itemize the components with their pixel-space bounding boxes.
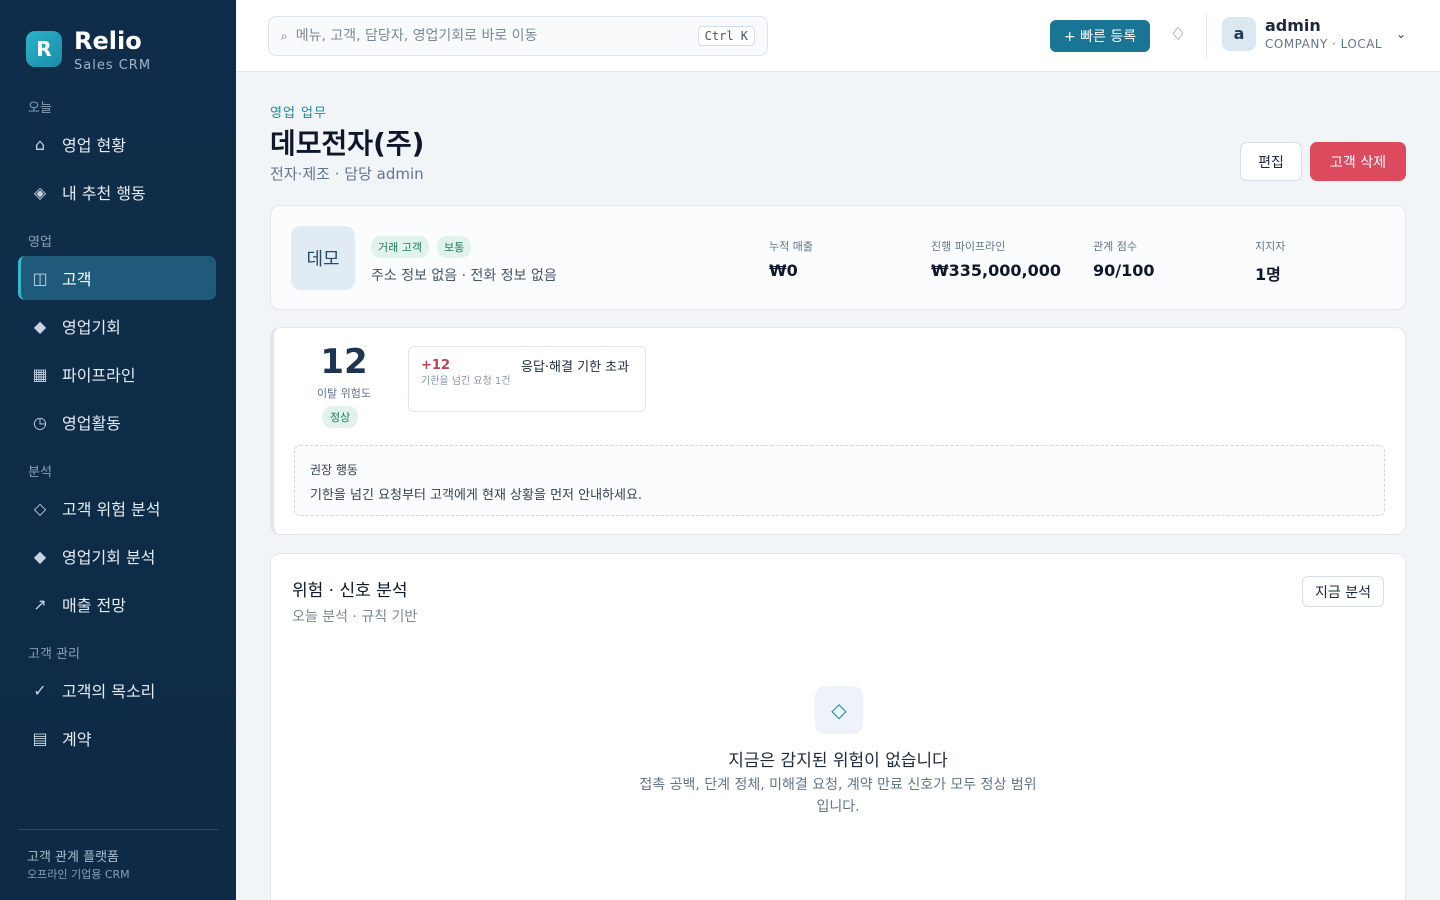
sidebar-divider <box>18 829 218 830</box>
sidebar-item-customers[interactable]: ◫ 고객 <box>18 256 216 300</box>
diamond-icon: ◆ <box>33 316 47 336</box>
signal-title: 응답·해결 기한 초과 <box>521 360 630 375</box>
stat-supporters: 지지자 1명 <box>1255 238 1285 285</box>
sidebar-item-dashboard[interactable]: ⌂ 영업 현황 <box>18 122 216 166</box>
home-icon: ⌂ <box>34 134 46 154</box>
recommended-action-text: 기한을 넘긴 요청부터 고객에게 현재 상황을 먼저 안내하세요. <box>310 488 643 503</box>
user-name: admin <box>1265 16 1321 35</box>
sidebar-footer-title: 고객 관계 플랫폼 <box>27 850 119 865</box>
search-input[interactable] <box>295 28 676 44</box>
edit-button[interactable]: 편집 <box>1240 142 1302 181</box>
sidebar-item-risk-analysis[interactable]: ◇ 고객 위험 분석 <box>18 486 216 530</box>
sidebar-item-label: 영업기회 <box>62 318 121 337</box>
stat-value: 90/100 <box>1093 261 1155 280</box>
sidebar-item-label: 고객 <box>62 270 92 289</box>
stat-label: 관계 점수 <box>1093 240 1137 253</box>
contract-icon: ▤ <box>32 728 48 748</box>
sidebar-item-label: 매출 전망 <box>62 596 126 615</box>
search-icon: ⌕ <box>281 28 288 43</box>
sidebar-item-label: 내 추천 행동 <box>62 184 146 203</box>
recommended-action: 권장 행동 기한을 넘긴 요청부터 고객에게 현재 상황을 먼저 안내하세요. <box>294 445 1385 516</box>
user-role: COMPANY · LOCAL <box>1265 37 1383 51</box>
sidebar-item-opportunities[interactable]: ◆ 영업기회 <box>18 304 216 348</box>
stat-label: 지지자 <box>1255 240 1286 253</box>
stat-relationship-score: 관계 점수 90/100 <box>1093 238 1155 280</box>
sidebar-item-forecast[interactable]: ↗ 매출 전망 <box>18 582 216 626</box>
user-menu[interactable]: a admin COMPANY · LOCAL ⌄ <box>1222 16 1406 51</box>
sidebar-item-contracts[interactable]: ▤ 계약 <box>18 716 216 760</box>
analysis-subtitle: 오늘 분석 · 규칙 기반 <box>292 609 418 625</box>
stat-cumulative-revenue: 누적 매출 ₩0 <box>769 238 813 280</box>
empty-state-icon: ◇ <box>815 686 863 734</box>
trend-icon: ↗ <box>33 594 47 614</box>
risk-status-badge: 정상 <box>322 406 359 428</box>
sidebar: R Relio Sales CRM 오늘 ⌂ 영업 현황 ◈ 내 추천 행동 영… <box>0 0 236 900</box>
brand-name: Relio <box>74 27 142 55</box>
brand-logo: R <box>26 31 62 67</box>
customer-avatar: 데모 <box>291 226 355 290</box>
quick-add-button[interactable]: + 빠른 등록 <box>1050 20 1150 52</box>
analysis-title: 위험 · 신호 분석 <box>292 581 408 601</box>
chevron-down-icon: ⌄ <box>1396 26 1407 41</box>
customers-icon: ◫ <box>32 268 48 288</box>
sidebar-item-label: 고객의 목소리 <box>62 682 156 701</box>
sidebar-item-label: 영업 현황 <box>62 136 126 155</box>
section-analysis: 분석 <box>28 465 52 480</box>
stat-value: ₩335,000,000 <box>931 261 1061 280</box>
sidebar-item-activities[interactable]: ◷ 영업활동 <box>18 400 216 444</box>
avatar: a <box>1222 16 1256 51</box>
sidebar-item-recommended[interactable]: ◈ 내 추천 행동 <box>18 170 216 214</box>
recommended-action-label: 권장 행동 <box>310 463 358 477</box>
signal-description: 기한을 넘긴 요청 1건 <box>421 376 511 387</box>
stat-label: 누적 매출 <box>769 240 813 253</box>
topbar-divider <box>1206 14 1207 58</box>
customer-tags: 거래 고객 보통 <box>371 236 472 258</box>
risk-signal-analysis-card: 위험 · 신호 분석 오늘 분석 · 규칙 기반 지금 분석 ◇ 지금은 감지된… <box>270 553 1406 900</box>
stat-label: 진행 파이프라인 <box>931 240 1006 253</box>
sidebar-item-label: 파이프라인 <box>62 366 136 385</box>
section-today: 오늘 <box>28 101 52 116</box>
brand-subtitle: Sales CRM <box>74 58 152 73</box>
risk-score-label: 이탈 위험도 <box>316 387 372 400</box>
check-icon: ✓ <box>33 680 47 700</box>
page-title: 데모전자(주) <box>270 127 425 160</box>
stat-value: ₩0 <box>769 261 798 280</box>
empty-state-description: 접촉 공백, 단계 정체, 미해결 요청, 계약 만료 신호가 모두 정상 범위… <box>639 777 1037 815</box>
sidebar-item-pipeline[interactable]: ▦ 파이프라인 <box>18 352 216 396</box>
topbar: ⌕ Ctrl K + 빠른 등록 ♢ a admin COMPANY · LOC… <box>236 0 1440 72</box>
risk-score: 12 <box>320 342 368 382</box>
notification-icon[interactable]: ♢ <box>1170 24 1186 45</box>
sidebar-item-label: 영업활동 <box>62 414 121 433</box>
shortcut-hint: Ctrl K <box>697 26 755 46</box>
grade-badge: 보통 <box>436 236 472 258</box>
section-sales: 영업 <box>28 235 52 250</box>
search-box[interactable]: ⌕ Ctrl K <box>268 16 768 56</box>
sidebar-item-voice-of-customer[interactable]: ✓ 고객의 목소리 <box>18 668 216 712</box>
clock-icon: ◷ <box>33 412 47 432</box>
opportunity-icon: ◆ <box>33 546 47 566</box>
sidebar-item-opportunity-analysis[interactable]: ◆ 영업기회 분석 <box>18 534 216 578</box>
stat-pipeline: 진행 파이프라인 ₩335,000,000 <box>931 238 1061 280</box>
page-subtitle: 전자·제조 · 담당 admin <box>270 165 424 183</box>
delete-customer-button[interactable]: 고객 삭제 <box>1310 142 1406 181</box>
customer-profile-card: 데모 거래 고객 보통 주소 정보 없음 · 전화 정보 없음 누적 매출 ₩0… <box>270 205 1406 310</box>
brand[interactable]: R Relio Sales CRM <box>26 28 151 73</box>
analyze-now-button[interactable]: 지금 분석 <box>1302 576 1384 607</box>
sidebar-item-label: 계약 <box>62 730 92 749</box>
stat-value: 1명 <box>1255 265 1281 284</box>
sidebar-item-label: 영업기회 분석 <box>62 548 156 567</box>
section-customer-management: 고객 관리 <box>28 647 80 662</box>
sparkle-icon: ◈ <box>33 182 47 202</box>
grid-icon: ▦ <box>32 364 48 384</box>
empty-state-title: 지금은 감지된 위험이 없습니다 <box>728 751 948 771</box>
risk-signal-card[interactable]: +12 응답·해결 기한 초과 기한을 넘긴 요청 1건 <box>408 346 646 412</box>
customer-contact-info: 주소 정보 없음 · 전화 정보 없음 <box>371 268 557 284</box>
status-badge: 거래 고객 <box>371 236 429 258</box>
breadcrumb: 영업 업무 <box>270 106 327 121</box>
sidebar-footer-subtitle: 오프라인 기업용 CRM <box>27 868 130 881</box>
sidebar-item-label: 고객 위험 분석 <box>62 500 161 519</box>
signal-delta: +12 <box>421 358 450 373</box>
risk-icon: ◇ <box>33 498 47 518</box>
churn-risk-card: 12 이탈 위험도 정상 +12 응답·해결 기한 초과 기한을 넘긴 요청 1… <box>270 327 1406 535</box>
